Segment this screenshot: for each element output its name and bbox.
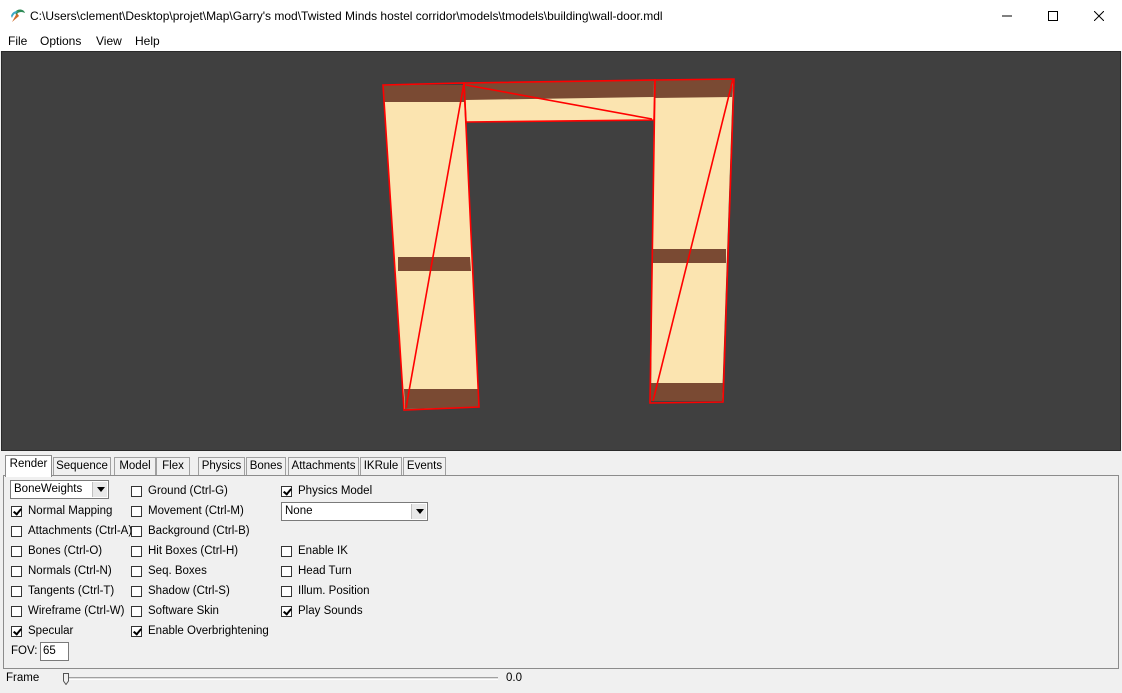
checkbox-shadow[interactable]: Shadow (Ctrl-S) — [131, 583, 230, 599]
chevron-down-icon — [92, 482, 107, 497]
checkbox-box — [131, 565, 142, 577]
checkbox-label: Bones (Ctrl-O) — [28, 545, 103, 557]
checkbox-box — [11, 585, 22, 597]
checkbox-label: Normals (Ctrl-N) — [28, 565, 112, 577]
checkbox-label: Enable Overbrightening — [148, 625, 269, 637]
fov-label: FOV: — [11, 645, 38, 657]
checkbox-label: Physics Model — [298, 485, 373, 497]
menu-options[interactable]: Options — [40, 34, 81, 48]
checkbox-seq-boxes[interactable]: Seq. Boxes — [131, 563, 207, 579]
checkbox-label: Software Skin — [148, 605, 219, 617]
render-mode-value: BoneWeights — [14, 483, 83, 495]
checkbox-movement[interactable]: Movement (Ctrl-M) — [131, 503, 244, 519]
frame-slider-track[interactable] — [66, 677, 498, 680]
checkbox-label: Hit Boxes (Ctrl-H) — [148, 545, 239, 557]
checkbox-box — [11, 625, 22, 637]
checkbox-label: Background (Ctrl-B) — [148, 525, 250, 537]
checkbox-normal-mapping[interactable]: Normal Mapping — [11, 503, 112, 519]
checkbox-box — [281, 605, 292, 617]
checkbox-box — [11, 605, 22, 617]
splitter[interactable] — [0, 451, 1122, 454]
tab-bones[interactable]: Bones — [246, 457, 286, 476]
checkbox-label: Specular — [28, 625, 74, 637]
tab-events[interactable]: Events — [403, 457, 446, 476]
checkbox-box — [131, 605, 142, 617]
checkbox-label: Wireframe (Ctrl-W) — [28, 605, 125, 617]
checkbox-box — [281, 485, 292, 497]
checkbox-box — [281, 565, 292, 577]
close-button[interactable] — [1076, 0, 1122, 31]
wall-door-model — [382, 78, 735, 411]
checkbox-normals[interactable]: Normals (Ctrl-N) — [11, 563, 112, 579]
checkbox-wireframe[interactable]: Wireframe (Ctrl-W) — [11, 603, 124, 619]
checkbox-bones[interactable]: Bones (Ctrl-O) — [11, 543, 102, 559]
app-icon — [11, 9, 25, 22]
maximize-icon — [1048, 10, 1058, 21]
fov-input[interactable]: 65 — [40, 642, 69, 661]
tab-ikrule[interactable]: IKRule — [360, 457, 402, 476]
checkbox-label: Ground (Ctrl-G) — [148, 485, 228, 497]
window-title: C:\Users\clement\Desktop\projet\Map\Garr… — [30, 9, 663, 23]
frame-slider-thumb[interactable] — [63, 673, 69, 685]
checkbox-box — [131, 525, 142, 537]
physics-model-value: None — [285, 505, 313, 517]
tab-flex[interactable]: Flex — [156, 457, 190, 476]
checkbox-box — [11, 565, 22, 577]
maximize-button[interactable] — [1030, 0, 1076, 31]
menu-file[interactable]: File — [8, 34, 27, 48]
checkbox-box — [11, 545, 22, 557]
checkbox-label: Shadow (Ctrl-S) — [148, 585, 230, 597]
checkbox-background[interactable]: Background (Ctrl-B) — [131, 523, 250, 539]
model-viewport[interactable] — [1, 51, 1121, 451]
checkbox-hit-boxes[interactable]: Hit Boxes (Ctrl-H) — [131, 543, 238, 559]
checkbox-play-sounds[interactable]: Play Sounds — [281, 603, 363, 619]
menu-view[interactable]: View — [96, 34, 122, 48]
menu-bar: File Options View Help — [0, 31, 1122, 51]
checkbox-illum-position[interactable]: Illum. Position — [281, 583, 370, 599]
tab-model[interactable]: Model — [114, 457, 156, 476]
frame-value: 0.0 — [506, 672, 522, 684]
checkbox-label: Play Sounds — [298, 605, 363, 617]
title-bar: C:\Users\clement\Desktop\projet\Map\Garr… — [0, 0, 1122, 31]
tab-physics[interactable]: Physics — [198, 457, 245, 476]
checkbox-label: Attachments (Ctrl-A) — [28, 525, 133, 537]
checkbox-box — [281, 545, 292, 557]
frame-bar — [0, 670, 1122, 693]
checkbox-head-turn[interactable]: Head Turn — [281, 563, 352, 579]
checkbox-box — [131, 505, 142, 517]
render-mode-select[interactable]: BoneWeights — [10, 480, 109, 499]
minimize-icon — [1002, 15, 1012, 16]
checkbox-box — [131, 485, 142, 497]
checkbox-software-skin[interactable]: Software Skin — [131, 603, 219, 619]
chevron-down-icon — [411, 504, 426, 519]
checkbox-box — [131, 585, 142, 597]
checkbox-box — [131, 625, 142, 637]
checkbox-label: Illum. Position — [298, 585, 370, 597]
checkbox-label: Tangents (Ctrl-T) — [28, 585, 115, 597]
minimize-button[interactable] — [984, 0, 1030, 31]
close-icon — [1094, 10, 1104, 21]
frame-label: Frame — [6, 672, 40, 684]
checkbox-ground[interactable]: Ground (Ctrl-G) — [131, 483, 228, 499]
tab-sequence[interactable]: Sequence — [53, 457, 111, 476]
checkbox-label: Seq. Boxes — [148, 565, 207, 577]
checkbox-enable-ik[interactable]: Enable IK — [281, 543, 348, 559]
checkbox-box — [11, 525, 22, 537]
checkbox-specular[interactable]: Specular — [11, 623, 73, 639]
checkbox-attachments[interactable]: Attachments (Ctrl-A) — [11, 523, 132, 539]
checkbox-label: Enable IK — [298, 545, 348, 557]
tab-attachments[interactable]: Attachments — [288, 457, 359, 476]
menu-help[interactable]: Help — [135, 34, 160, 48]
checkbox-box — [11, 505, 22, 517]
checkbox-label: Normal Mapping — [28, 505, 113, 517]
tab-render[interactable]: Render — [5, 455, 52, 477]
checkbox-enable-overbrightening[interactable]: Enable Overbrightening — [131, 623, 269, 639]
checkbox-box — [131, 545, 142, 557]
checkbox-physics-model[interactable]: Physics Model — [281, 483, 372, 499]
checkbox-label: Head Turn — [298, 565, 352, 577]
physics-model-select[interactable]: None — [281, 502, 428, 521]
checkbox-label: Movement (Ctrl-M) — [148, 505, 244, 517]
checkbox-box — [281, 585, 292, 597]
checkbox-tangents[interactable]: Tangents (Ctrl-T) — [11, 583, 114, 599]
